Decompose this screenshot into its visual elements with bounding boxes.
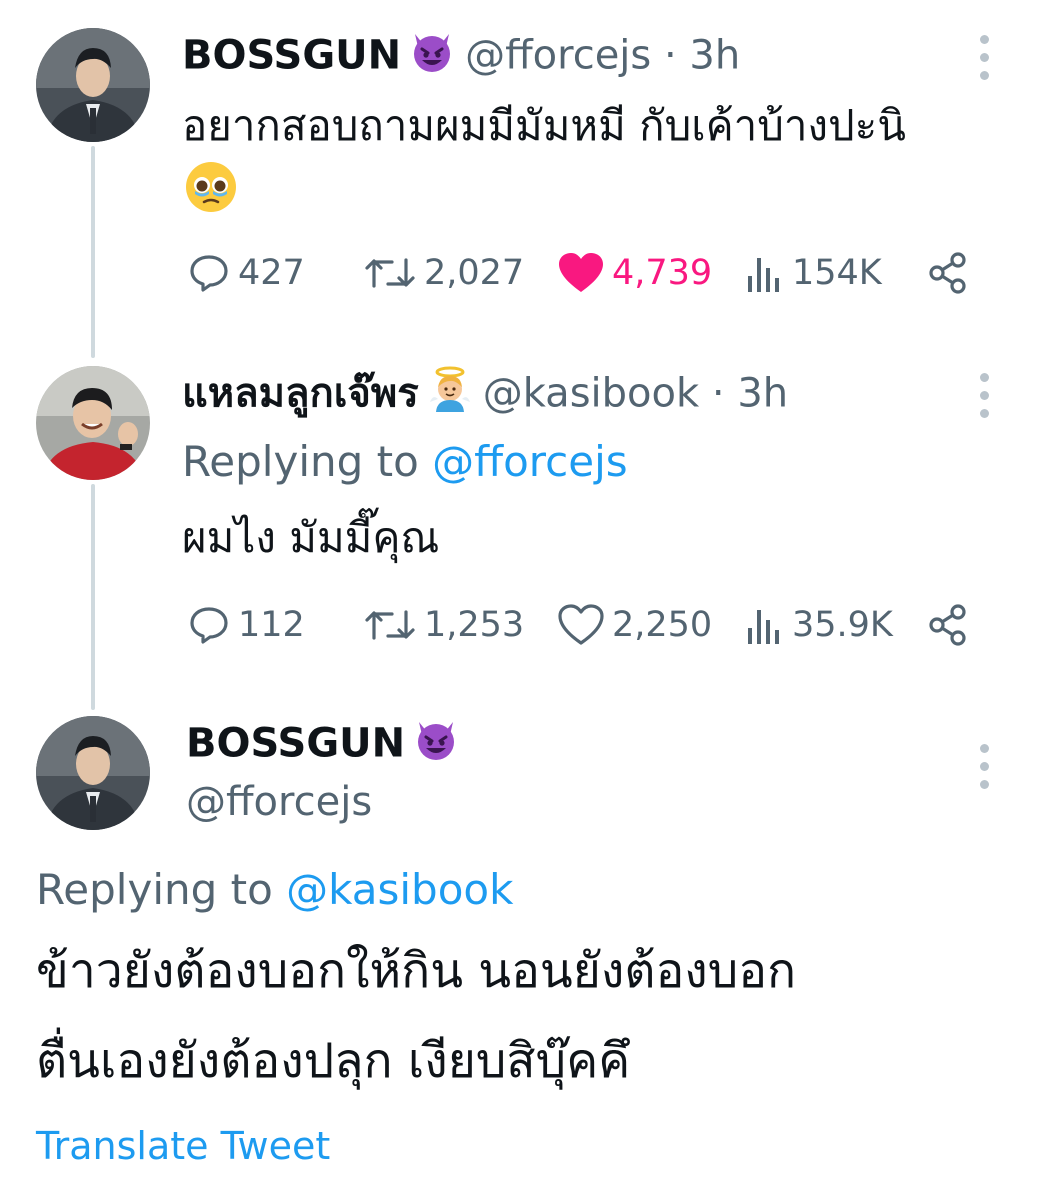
reply-button[interactable]: 427 (186, 250, 362, 296)
timestamp[interactable]: 3h (689, 33, 740, 79)
reply-count: 427 (238, 253, 305, 293)
share-button[interactable] (926, 250, 970, 296)
tweet-text: อยากสอบถามผมมีมัมหมี กับเค้าบ้างปะนิ (182, 101, 906, 150)
share-icon (929, 604, 966, 646)
share-icon (929, 252, 966, 294)
handle[interactable]: @kasibook (483, 371, 699, 417)
retweet-count: 1,253 (424, 605, 525, 645)
replying-to: Replying to @fforcejs (182, 436, 628, 488)
view-count: 154K (792, 253, 882, 293)
retweet-count: 2,027 (424, 253, 525, 293)
like-count: 2,250 (612, 605, 713, 645)
timestamp[interactable]: 3h (737, 371, 788, 417)
retweet-button[interactable]: 2,027 (362, 250, 556, 296)
more-options-icon[interactable] (977, 744, 991, 798)
view-count: 35.9K (792, 605, 893, 645)
avatar[interactable] (36, 716, 150, 830)
tweet-actions: 427 2,027 4,739 154K (186, 248, 970, 298)
tweet-header: BOSSGUN @fforcejs · 3h (182, 28, 740, 87)
reply-icon (190, 607, 228, 644)
pleading-tear-face-icon (184, 160, 238, 218)
display-name[interactable]: BOSSGUN (186, 721, 405, 767)
tweet-header: BOSSGUN (186, 716, 469, 775)
smiling-face-with-horns-icon (413, 716, 459, 775)
mention-link[interactable]: @fforcejs (432, 437, 627, 486)
handle[interactable]: @fforcejs (465, 33, 651, 79)
avatar[interactable] (36, 366, 150, 480)
display-name[interactable]: BOSSGUN (182, 33, 401, 79)
tweet-header: แหลมลูกเจ๊พร @kasibook · 3h (182, 366, 788, 425)
tweet-actions: 112 1,253 2,250 35.9K (186, 600, 970, 650)
views-icon (748, 610, 779, 644)
replying-to: Replying to @kasibook (36, 864, 513, 916)
separator-dot: · (711, 370, 725, 417)
translate-tweet-link[interactable]: Translate Tweet (36, 1124, 330, 1168)
replying-to-label: Replying to (182, 437, 419, 486)
reply-count: 112 (238, 605, 305, 645)
avatar[interactable] (36, 28, 150, 142)
mention-link[interactable]: @kasibook (286, 865, 513, 914)
handle[interactable]: @fforcejs (186, 776, 372, 828)
views-icon (748, 258, 779, 292)
replying-to-label: Replying to (36, 865, 273, 914)
views-button[interactable]: 154K (746, 250, 926, 296)
reply-button[interactable]: 112 (186, 602, 362, 648)
more-options-icon[interactable] (977, 35, 991, 89)
retweet-icon (365, 610, 415, 640)
share-button[interactable] (926, 602, 970, 648)
separator-dot: · (663, 32, 677, 79)
smiling-face-with-horns-icon (409, 28, 455, 87)
retweet-icon (365, 258, 415, 288)
tweet-text-line: ตื่นเองยังต้องปลุก เงียบสิบุ๊คคึ (36, 1033, 631, 1089)
thread-line (91, 146, 95, 358)
tweet-text: ผมไง มัมมี๊คุณ (182, 513, 440, 562)
display-name[interactable]: แหลมลูกเจ๊พร (182, 371, 419, 417)
like-button[interactable]: 4,739 (556, 250, 746, 296)
heart-icon (558, 604, 604, 645)
like-count: 4,739 (612, 253, 713, 293)
thread-line (91, 484, 95, 710)
reply-icon (190, 255, 228, 292)
more-options-icon[interactable] (977, 373, 991, 427)
retweet-button[interactable]: 1,253 (362, 602, 556, 648)
like-button[interactable]: 2,250 (556, 602, 746, 648)
baby-angel-icon (427, 366, 473, 425)
heart-filled-icon (559, 253, 603, 292)
views-button[interactable]: 35.9K (746, 602, 926, 648)
tweet-text-line: ข้าวยังต้องบอกให้กิน นอนยังต้องบอก (36, 943, 797, 999)
